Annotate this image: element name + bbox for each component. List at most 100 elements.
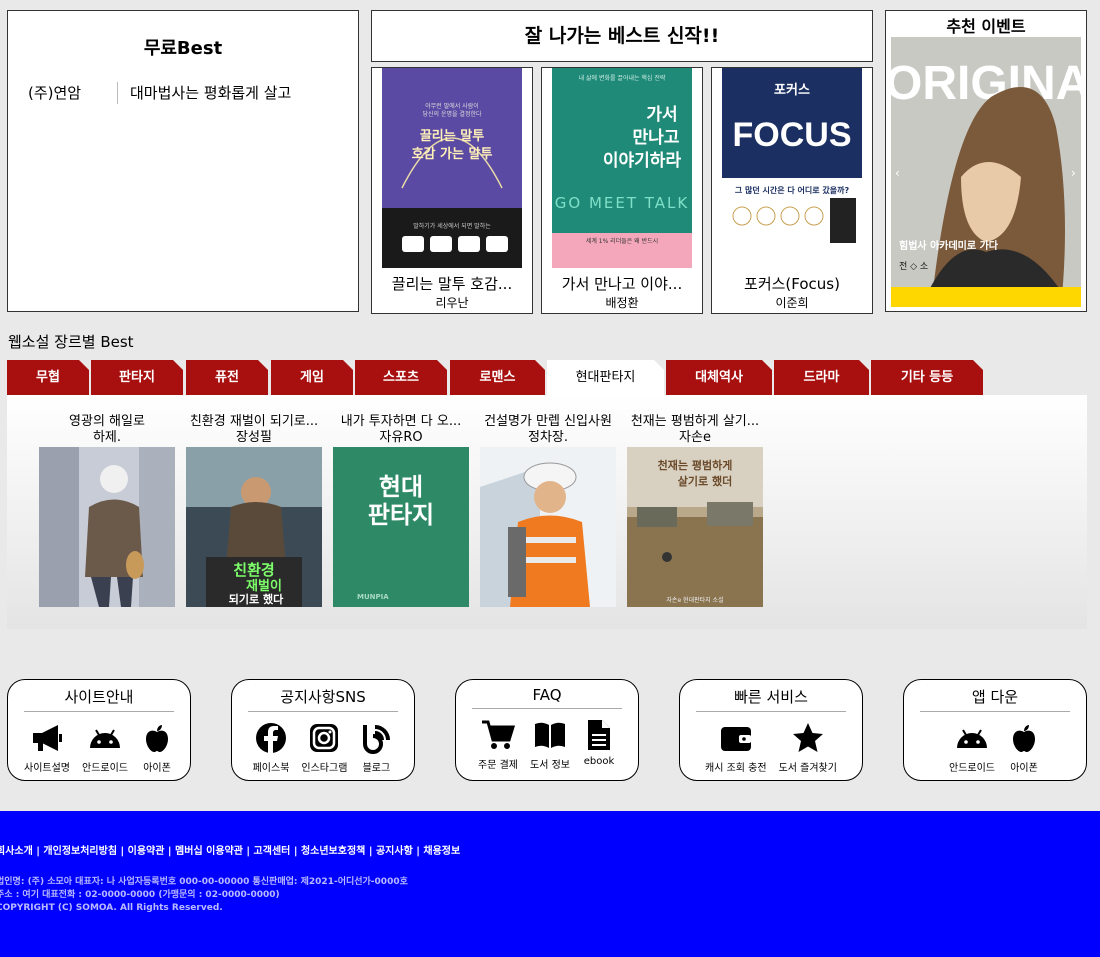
service-android[interactable]: 안드로이드 <box>82 722 128 774</box>
facebook-icon <box>254 722 288 758</box>
svg-text:현대: 현대 <box>379 473 423 501</box>
book-title[interactable]: 끌리는 말투 호감... <box>376 273 528 294</box>
book-title[interactable]: 포커스(Focus) <box>716 273 868 294</box>
service-title: 앱 다운 <box>920 686 1070 712</box>
genre-panel: 영광의 해일로 하제. 친환경 재벌이 되기로... 장성필 친환경 재벌이 되… <box>7 395 1087 629</box>
book-author: 리우난 <box>435 296 469 310</box>
novel-item[interactable]: 내가 투자하면 다 오... 자유RO 현대 판타지 MUNPIA <box>332 414 470 607</box>
service-box-faq: FAQ 주문 결제 도서 정보 ebook <box>455 679 639 781</box>
service-label: 캐시 조회 충전 <box>705 763 767 774</box>
document-icon <box>582 719 616 755</box>
novel-title[interactable]: 영광의 해일로 <box>38 414 176 430</box>
service-label: 인스타그램 <box>301 763 348 774</box>
service-instagram[interactable]: 인스타그램 <box>301 722 347 774</box>
service-title: FAQ <box>472 686 622 709</box>
book-cover[interactable]: 포커스 FOCUS 그 많던 시간은 다 어디로 갔을까? <box>722 68 862 268</box>
svg-text:친환경: 친환경 <box>233 561 274 579</box>
book-cover[interactable]: 아무런 말에서 사람이 당신의 운명을 결정한다 끌리는 말투 호감 가는 말투… <box>382 68 522 268</box>
wallet-icon <box>719 722 753 758</box>
novel-item[interactable]: 건설명가 만렙 신입사원 정차장. <box>479 414 617 607</box>
tab-drama[interactable]: 드라마 <box>774 360 869 395</box>
service-cash-charge[interactable]: 캐시 조회 충전 <box>705 722 767 774</box>
service-label: 블로그 <box>362 763 391 774</box>
service-label: 페이스북 <box>252 763 290 774</box>
free-best-book-title[interactable]: 대마법사는 평화롭게 살고 <box>118 82 308 104</box>
svg-text:재벌이: 재벌이 <box>246 578 282 594</box>
service-label: 안드로이드 <box>82 763 128 774</box>
tab-game[interactable]: 게임 <box>271 360 353 395</box>
novel-title[interactable]: 내가 투자하면 다 오... <box>332 414 470 430</box>
novel-author: 하제. <box>92 430 122 445</box>
service-iphone[interactable]: 아이폰 <box>1007 722 1041 774</box>
novel-title[interactable]: 친환경 재벌이 되기로... <box>185 414 323 430</box>
tab-modern-fantasy[interactable]: 현대판타지 <box>547 360 664 396</box>
novel-cover[interactable] <box>39 447 175 607</box>
footer-info-line: 법인명: (주) 소모아 대표자: 나 사업자등록번호 000-00-00000… <box>0 877 408 887</box>
tab-romance[interactable]: 로맨스 <box>450 360 545 395</box>
service-book-info[interactable]: 도서 정보 <box>530 719 570 771</box>
service-title: 사이트안내 <box>24 686 174 712</box>
novel-item[interactable]: 영광의 해일로 하제. <box>38 414 176 607</box>
footer: 회사소개 | 개인정보처리방침 | 이용약관 | 멤버십 이용약관 | 고객센터… <box>0 811 1100 957</box>
service-label: 도서 정보 <box>530 760 570 771</box>
novel-cover[interactable] <box>480 447 616 607</box>
svg-text:GO MEET TALK: GO MEET TALK <box>555 194 689 212</box>
book-cover[interactable]: 내 삶에 변화를 끌어내는 핵심 전략 가서 만나고 이야기하라 GO MEET… <box>552 68 692 268</box>
svg-text:세계 1% 리더들은 왜 반드시: 세계 1% 리더들은 왜 반드시 <box>586 237 658 245</box>
svg-text:살기로 했더: 살기로 했더 <box>678 474 732 488</box>
novel-cover[interactable]: 현대 판타지 MUNPIA <box>333 447 469 607</box>
tab-fusion[interactable]: 퓨전 <box>186 360 268 395</box>
svg-text:내 삶에 변화를 끌어내는 핵심 전략: 내 삶에 변화를 끌어내는 핵심 전략 <box>579 74 666 82</box>
svg-text:가서: 가서 <box>646 105 677 125</box>
new-book-card[interactable]: 아무런 말에서 사람이 당신의 운명을 결정한다 끌리는 말투 호감 가는 말투… <box>371 67 533 314</box>
instagram-icon <box>307 722 341 758</box>
service-iphone[interactable]: 아이폰 <box>140 722 174 774</box>
tab-fantasy[interactable]: 판타지 <box>91 360 183 395</box>
novel-cover[interactable]: 친환경 재벌이 되기로 했다 <box>186 447 322 607</box>
service-android[interactable]: 안드로이드 <box>949 722 995 774</box>
svg-text:›: › <box>1071 166 1076 180</box>
apple-icon <box>1007 722 1041 758</box>
tab-alternate-history[interactable]: 대체역사 <box>666 360 772 395</box>
tab-martial-arts[interactable]: 무협 <box>7 360 89 395</box>
novel-author: 자유RO <box>379 430 423 445</box>
service-box-notice-sns: 공지사항SNS 페이스북 인스타그램 블로그 <box>231 679 415 781</box>
svg-text:당신의 운명을 결정한다: 당신의 운명을 결정한다 <box>422 110 481 118</box>
service-blog[interactable]: 블로그 <box>359 722 393 774</box>
new-best-title: 잘 나가는 베스트 신작!! <box>371 10 873 62</box>
new-book-card[interactable]: 포커스 FOCUS 그 많던 시간은 다 어디로 갔을까? 포커스(Focus)… <box>711 67 873 314</box>
svg-text:그 많던 시간은 다 어디로 갔을까?: 그 많던 시간은 다 어디로 갔을까? <box>735 185 850 195</box>
novel-item[interactable]: 천재는 평범하게 살기... 자손e 천재는 평범하게 살기로 했더 자손e 현… <box>626 414 764 607</box>
svg-text:천재는 평범하게: 천재는 평범하게 <box>658 458 733 472</box>
novel-title[interactable]: 천재는 평범하게 살기... <box>626 414 764 430</box>
svg-text:이야기하라: 이야기하라 <box>603 151 682 171</box>
footer-links[interactable]: 회사소개 | 개인정보처리방침 | 이용약관 | 멤버십 이용약관 | 고객센터… <box>0 842 460 857</box>
svg-text:아무런 말에서 사람이: 아무런 말에서 사람이 <box>425 102 479 110</box>
blog-icon <box>359 722 393 758</box>
android-icon <box>88 722 122 758</box>
free-best-title: 무료Best <box>143 38 223 59</box>
service-order-payment[interactable]: 주문 결제 <box>478 719 518 771</box>
novel-item[interactable]: 친환경 재벌이 되기로... 장성필 친환경 재벌이 되기로 했다 <box>185 414 323 607</box>
service-label: 주문 결제 <box>478 760 518 771</box>
svg-text:되기로 했다: 되기로 했다 <box>229 592 284 606</box>
service-facebook[interactable]: 페이스북 <box>252 722 290 774</box>
svg-text:끌리는 말투: 끌리는 말투 <box>420 128 484 144</box>
tab-sports[interactable]: 스포츠 <box>355 360 447 395</box>
service-site-description[interactable]: 사이트설명 <box>24 722 70 774</box>
novel-cover[interactable]: 천재는 평범하게 살기로 했더 자손e 현대판타지 소설 <box>627 447 763 607</box>
svg-text:호감 가는 말투: 호감 가는 말투 <box>412 147 493 162</box>
footer-copyright: COPYRIGHT (C) SOMOA. All Rights Reserved… <box>0 903 223 913</box>
book-title[interactable]: 가서 만나고 이야... <box>546 273 698 294</box>
novel-title[interactable]: 건설명가 만렙 신입사원 <box>479 414 617 430</box>
book-author: 배정환 <box>605 296 639 310</box>
new-book-card[interactable]: 내 삶에 변화를 끌어내는 핵심 전략 가서 만나고 이야기하라 GO MEET… <box>541 67 703 314</box>
book-icon <box>533 719 567 755</box>
service-book-favorites[interactable]: 도서 즐겨찾기 <box>779 722 837 774</box>
tab-etc[interactable]: 기타 등등 <box>871 360 983 395</box>
event-banner[interactable]: ORIGINAL 힘법사 아카데미로 가다 전 ◇ 소 ‹ › <box>891 37 1081 307</box>
service-ebook[interactable]: ebook <box>582 719 616 771</box>
service-box-quick-service: 빠른 서비스 캐시 조회 충전 도서 즐겨찾기 <box>679 679 863 781</box>
event-title: 추천 이벤트 <box>946 17 1026 36</box>
free-best-item[interactable]: (주)연암 대마법사는 평화롭게 살고 <box>8 82 358 104</box>
